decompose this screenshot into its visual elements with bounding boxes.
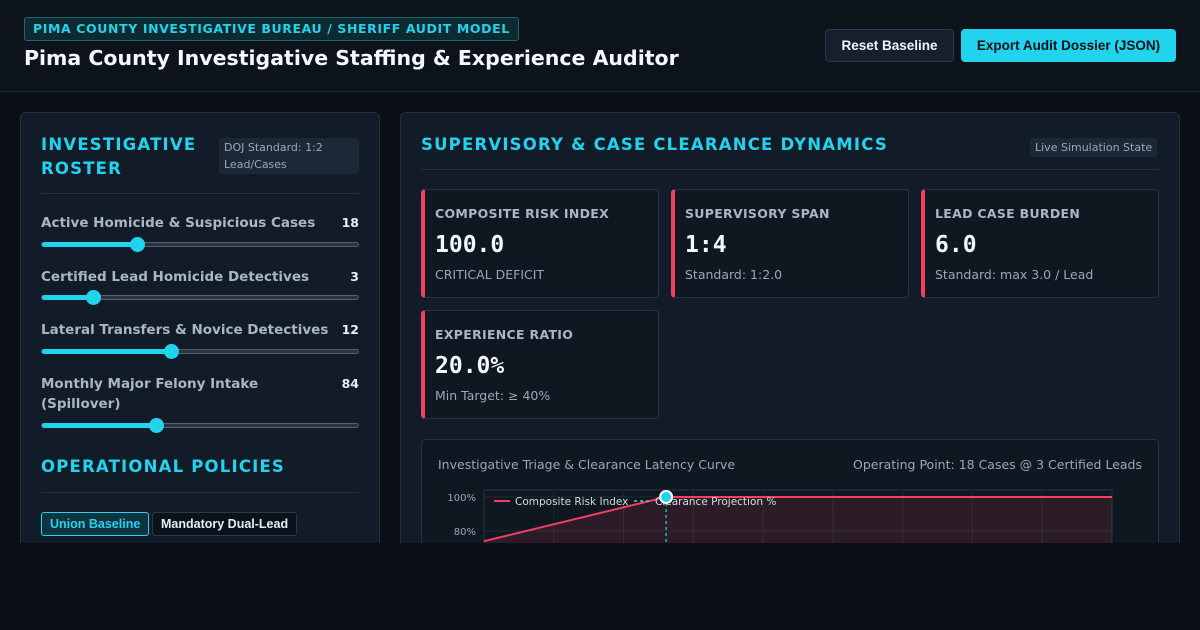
slider-thumb[interactable]	[130, 237, 146, 252]
metric-card-supervisory-span: SUPERVISORY SPAN 1:4 Standard: 1:2.0	[671, 189, 909, 298]
dynamics-divider	[421, 169, 1159, 170]
roster-divider	[41, 193, 359, 194]
latency-chart: Investigative Triage & Clearance Latency…	[421, 439, 1159, 543]
slider-felony-intake[interactable]	[41, 418, 359, 433]
chart-plot: 100% 80% Composite Risk Index Clearance Pro…	[447, 489, 1113, 543]
metric-value: 1:4	[685, 232, 727, 258]
metric-value: 100.0	[435, 232, 505, 258]
page-title: Pima County Investigative Staffing & Exp…	[24, 46, 679, 70]
page-background	[0, 543, 1200, 630]
legend-risk-label: Composite Risk Index	[515, 496, 628, 508]
slider-value-active-cases: 18	[341, 215, 359, 230]
live-state-chip: Live Simulation State	[1030, 138, 1158, 157]
slider-thumb[interactable]	[149, 418, 165, 433]
metric-card-lead-burden: LEAD CASE BURDEN 6.0 Standard: max 3.0 /…	[921, 189, 1159, 298]
app-header: PIMA COUNTY INVESTIGATIVE BUREAU / SHERI…	[0, 0, 1200, 92]
metric-label: COMPOSITE RISK INDEX	[435, 206, 610, 221]
policies-title: OPERATIONAL POLICIES	[41, 457, 286, 476]
policy-union-baseline-button[interactable]: Union Baseline	[41, 512, 150, 536]
metric-sub: Standard: 1:2.0	[685, 267, 783, 282]
policies-divider	[41, 492, 359, 493]
metric-label: LEAD CASE BURDEN	[935, 206, 1081, 221]
metric-sub: CRITICAL DEFICIT	[435, 267, 545, 282]
dynamics-panel: SUPERVISORY & CASE CLEARANCE DYNAMICS Li…	[400, 112, 1180, 543]
slider-label-active-cases: Active Homicide & Suspicious Cases	[41, 215, 316, 231]
slider-label-lateral-novice: Lateral Transfers & Novice Detectives	[41, 322, 329, 338]
reset-baseline-button[interactable]: Reset Baseline	[825, 29, 954, 62]
metric-card-risk-index: COMPOSITE RISK INDEX 100.0 CRITICAL DEFI…	[421, 189, 659, 298]
metric-card-experience-ratio: EXPERIENCE RATIO 20.0% Min Target: ≥ 40%	[421, 310, 659, 419]
slider-value-certified-leads: 3	[350, 269, 359, 284]
slider-thumb[interactable]	[163, 344, 179, 359]
slider-fill	[42, 242, 138, 247]
doj-standard-chip: DOJ Standard: 1:2 Lead/Cases	[219, 138, 359, 174]
slider-label-certified-leads: Certified Lead Homicide Detectives	[41, 269, 310, 285]
main-content: INVESTIGATIVE ROSTER DOJ Standard: 1:2 L…	[0, 92, 1200, 543]
operating-point-marker	[659, 490, 674, 504]
slider-label-felony-intake: Monthly Major Felony Intake (Spillover)	[41, 376, 259, 412]
export-dossier-button[interactable]: Export Audit Dossier (JSON)	[961, 29, 1176, 62]
roster-panel: INVESTIGATIVE ROSTER DOJ Standard: 1:2 L…	[20, 112, 380, 543]
agency-badge: PIMA COUNTY INVESTIGATIVE BUREAU / SHERI…	[24, 17, 519, 41]
y-tick-label: 100%	[447, 493, 476, 504]
slider-fill	[42, 423, 157, 428]
metric-sub: Standard: max 3.0 / Lead	[935, 267, 1094, 282]
metric-value: 6.0	[935, 232, 977, 258]
metric-sub: Min Target: ≥ 40%	[435, 388, 551, 403]
slider-certified-leads[interactable]	[41, 290, 359, 305]
legend-clearance-label: Clearance Projection %	[655, 496, 776, 508]
y-tick-label: 80%	[454, 527, 476, 538]
slider-fill	[42, 349, 171, 354]
roster-title: INVESTIGATIVE ROSTER	[41, 135, 197, 178]
slider-value-lateral-novice: 12	[341, 322, 359, 337]
slider-lateral-novice[interactable]	[41, 344, 359, 359]
metric-label: EXPERIENCE RATIO	[435, 327, 574, 342]
slider-value-felony-intake: 84	[341, 376, 359, 391]
dynamics-title: SUPERVISORY & CASE CLEARANCE DYNAMICS	[421, 135, 888, 154]
slider-active-cases[interactable]	[41, 237, 359, 252]
policy-dual-lead-button[interactable]: Mandatory Dual-Lead	[152, 512, 298, 536]
metric-value: 20.0%	[435, 353, 505, 379]
metric-label: SUPERVISORY SPAN	[685, 206, 830, 221]
slider-thumb[interactable]	[85, 290, 101, 305]
